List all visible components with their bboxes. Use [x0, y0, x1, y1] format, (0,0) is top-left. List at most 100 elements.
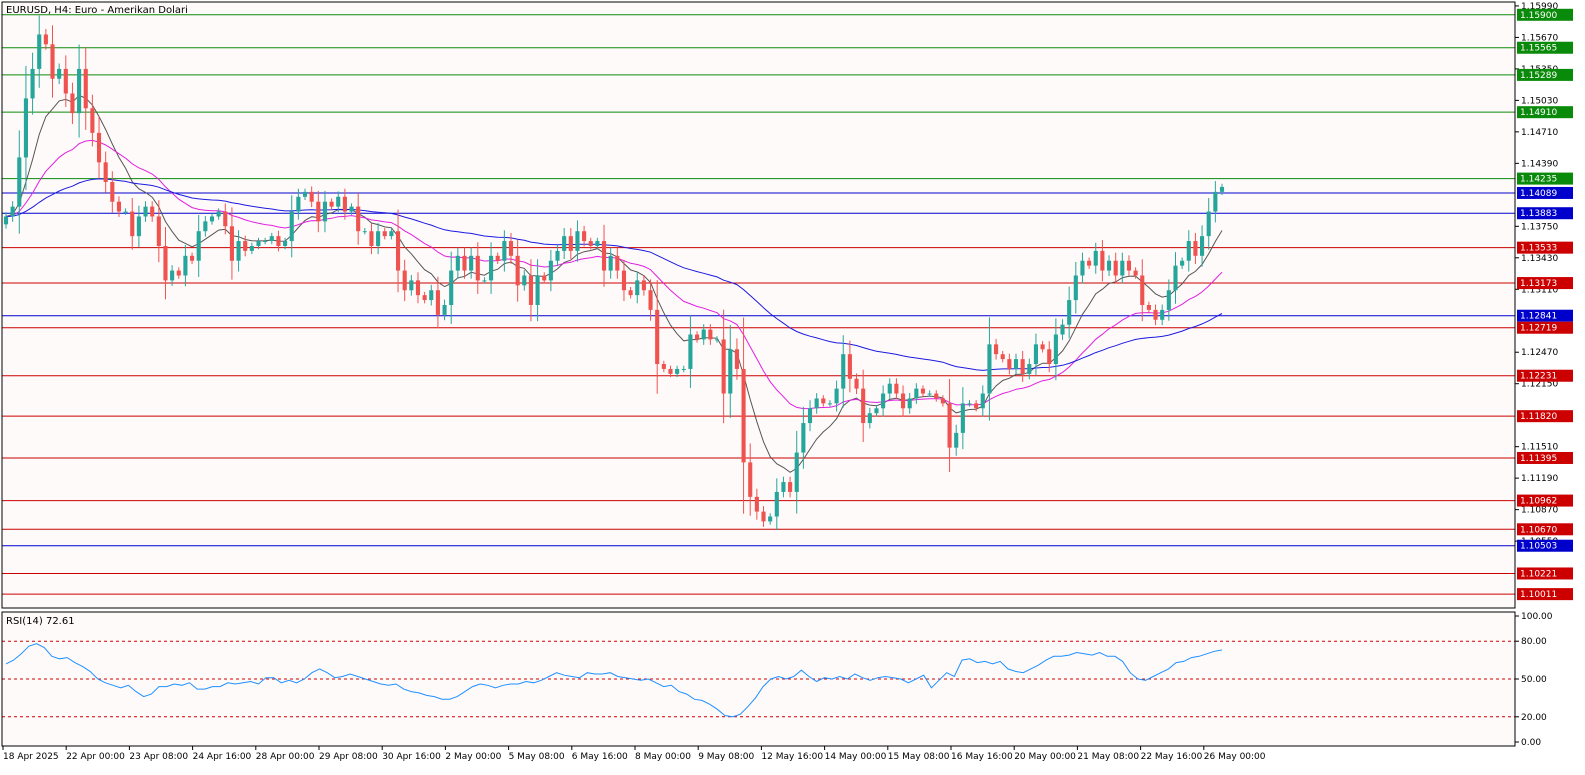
price-tick-label: 1.15030 [1521, 96, 1558, 106]
candle-bearish [615, 255, 620, 271]
candle-bearish [847, 354, 852, 379]
price-pane[interactable] [2, 2, 1515, 608]
candle-bullish [1033, 344, 1039, 365]
candle-bearish [761, 511, 766, 522]
candle-bullish [136, 216, 141, 237]
candle-bearish [422, 295, 427, 301]
level-price-tag-label: 1.11820 [1520, 412, 1557, 422]
candle-bearish [83, 68, 88, 109]
candle-bullish [203, 221, 208, 232]
candle-bearish [402, 270, 407, 291]
candle-bullish [37, 34, 42, 69]
price-tick-label: 1.13750 [1521, 222, 1558, 232]
level-price-tag-label: 1.13173 [1520, 279, 1557, 289]
candle-bullish [595, 241, 600, 246]
level-price-tag-label: 1.15289 [1520, 71, 1557, 81]
time-tick-label: 26 May 00:00 [1204, 752, 1266, 762]
candle-bullish [302, 191, 308, 197]
time-tick-label: 28 Apr 00:00 [256, 752, 315, 762]
candle-bearish [628, 290, 633, 296]
candle-bullish [555, 250, 560, 261]
candle-bearish [821, 398, 826, 404]
candle-bearish [475, 255, 480, 281]
candle-bearish [189, 255, 195, 261]
candle-bullish [1166, 290, 1171, 310]
time-tick-label: 9 May 08:00 [698, 752, 754, 762]
rsi-tick-label: 50.00 [1521, 675, 1547, 685]
candle-bearish [655, 309, 660, 365]
candle-bearish [708, 329, 713, 340]
candle-bearish [754, 496, 759, 512]
candle-bullish [1206, 211, 1211, 237]
candle-bearish [103, 162, 108, 183]
level-price-tag-label: 1.10670 [1520, 525, 1557, 535]
candle-bearish [116, 201, 122, 212]
candle-bullish [635, 280, 640, 296]
time-tick-label: 21 May 08:00 [1077, 752, 1139, 762]
candle-bearish [861, 388, 866, 424]
candle-bullish [681, 368, 686, 370]
time-tick-label: 22 May 16:00 [1141, 752, 1203, 762]
candle-bearish [90, 108, 95, 133]
candle-bearish [788, 482, 793, 492]
level-price-tag-label: 1.11395 [1520, 454, 1557, 464]
candle-bearish [542, 275, 547, 281]
level-price-tag-label: 1.12231 [1520, 372, 1557, 382]
candle-bullish [907, 398, 912, 409]
candle-bearish [462, 255, 467, 271]
candle-bearish [1087, 260, 1092, 266]
price-tick-label: 1.11510 [1521, 443, 1558, 453]
candle-bearish [342, 196, 347, 212]
candle-bullish [289, 211, 294, 242]
candle-bullish [1173, 265, 1178, 291]
candle-bearish [974, 403, 979, 409]
candle-bearish [329, 201, 334, 207]
candle-bullish [807, 408, 813, 424]
candle-bearish [1047, 349, 1052, 365]
candle-bullish [409, 280, 414, 291]
candle-bearish [1126, 260, 1132, 271]
candle-bullish [608, 255, 613, 271]
candle-bearish [588, 241, 593, 246]
candle-bullish [1053, 334, 1058, 365]
candle-bullish [249, 245, 254, 251]
level-price-tag-label: 1.10221 [1520, 569, 1557, 579]
candle-bearish [947, 403, 952, 448]
time-tick-label: 20 May 00:00 [1014, 752, 1076, 762]
candle-bullish [442, 305, 447, 315]
candle-bearish [495, 255, 500, 261]
level-price-tag-label: 1.10503 [1520, 542, 1557, 552]
candle-bullish [728, 349, 733, 394]
candle-bullish [502, 241, 507, 261]
level-price-tag-label: 1.13883 [1520, 209, 1557, 219]
candle-bearish [508, 241, 514, 256]
time-tick-label: 15 May 08:00 [888, 752, 950, 762]
candle-bearish [369, 231, 374, 246]
candle-bullish [1186, 241, 1191, 261]
candle-bullish [376, 231, 381, 246]
candle-bearish [163, 245, 168, 281]
candle-bullish [23, 98, 28, 158]
time-tick-label: 14 May 00:00 [825, 752, 887, 762]
candle-bullish [841, 354, 846, 389]
candle-bearish [601, 241, 607, 271]
level-price-tag-label: 1.13533 [1520, 244, 1557, 254]
candle-bullish [349, 206, 354, 212]
candle-bearish [96, 132, 102, 163]
level-price-tag-label: 1.14089 [1520, 189, 1557, 199]
candle-bullish [714, 339, 720, 341]
candle-bearish [1193, 241, 1198, 256]
price-tick-label: 1.11190 [1521, 474, 1558, 484]
candle-bullish [17, 157, 22, 207]
trading-chart[interactable]: 1.159901.156701.153501.150301.147101.143… [0, 0, 1585, 775]
candle-bearish [1020, 359, 1025, 374]
candle-bullish [263, 241, 268, 243]
time-tick-label: 12 May 16:00 [761, 752, 823, 762]
candle-bearish [243, 241, 248, 251]
candle-bearish [854, 378, 859, 389]
candle-bearish [894, 383, 899, 394]
candle-bullish [1027, 364, 1032, 374]
level-price-tag-label: 1.15565 [1520, 44, 1557, 54]
candle-bullish [1160, 309, 1165, 320]
candle-bearish [130, 211, 135, 237]
